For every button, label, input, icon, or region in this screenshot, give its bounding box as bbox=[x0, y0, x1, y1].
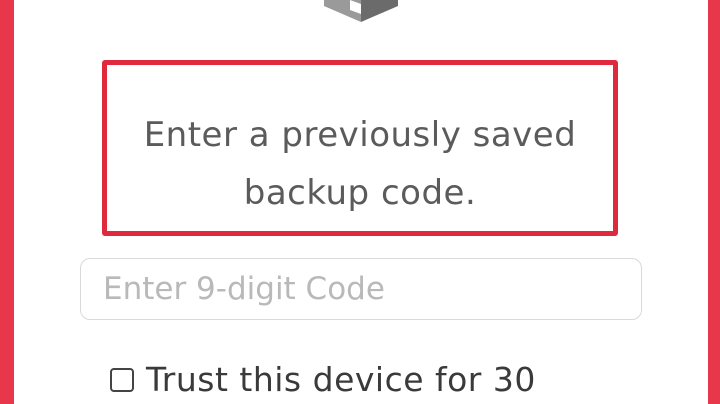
trust-device-row[interactable]: Trust this device for 30 bbox=[110, 360, 536, 399]
cube-logo-icon bbox=[324, 0, 398, 22]
instruction-line-1: Enter a previously saved bbox=[143, 115, 577, 155]
instruction-line-2: backup code. bbox=[243, 173, 477, 213]
trust-device-checkbox[interactable] bbox=[110, 367, 134, 392]
backup-code-input[interactable] bbox=[80, 258, 642, 320]
backup-code-instruction: Enter a previously saved backup code. bbox=[110, 106, 610, 222]
two-step-verification-panel: Enter a previously saved backup code. Tr… bbox=[14, 0, 708, 404]
trust-device-label: Trust this device for 30 bbox=[146, 360, 536, 399]
